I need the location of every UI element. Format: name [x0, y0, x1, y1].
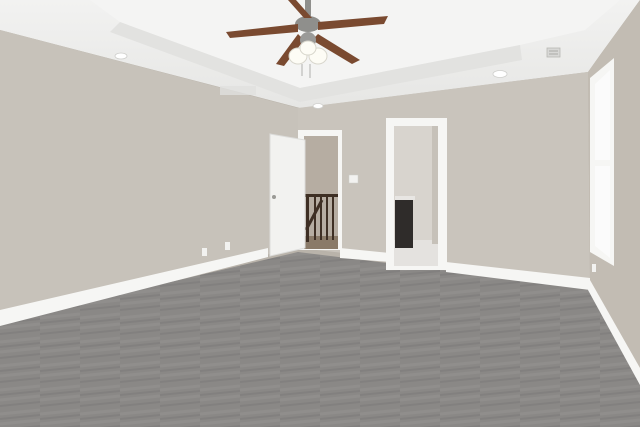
- wall-outlet-icon: [202, 248, 207, 256]
- open-door[interactable]: [269, 133, 306, 257]
- room-scene: [0, 0, 640, 427]
- wall-outlet-icon: [592, 264, 596, 272]
- recessed-light-icon: [492, 70, 508, 78]
- window-glass: [595, 70, 610, 160]
- recessed-light-icon: [114, 52, 128, 60]
- bathroom-vanity: [395, 198, 413, 248]
- light-switch-icon[interactable]: [348, 174, 359, 184]
- door-knob[interactable]: [272, 195, 276, 199]
- vanity-top: [395, 196, 415, 200]
- air-vent-icon: [220, 86, 256, 95]
- wall-outlet-icon: [225, 242, 230, 250]
- air-vent-icon: [546, 47, 561, 58]
- recessed-light-icon: [312, 103, 324, 109]
- window-glass: [595, 166, 610, 258]
- bathroom-wall-edge: [432, 126, 438, 244]
